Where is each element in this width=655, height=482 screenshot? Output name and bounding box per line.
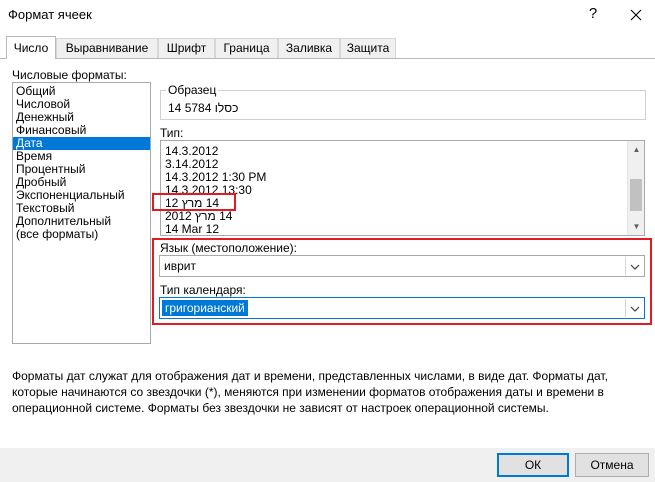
chevron-down-icon[interactable] xyxy=(625,299,643,317)
close-button[interactable] xyxy=(622,3,650,25)
button-bar: ОК Отмена xyxy=(0,448,655,482)
type-label: Тип: xyxy=(160,126,184,140)
tab-number[interactable]: Число xyxy=(6,36,56,59)
close-icon xyxy=(630,9,642,21)
type-list[interactable]: 14.3.2012 3.14.2012 14.3.2012 1:30 PM 14… xyxy=(160,140,645,236)
scroll-up-icon[interactable]: ▲ xyxy=(628,141,644,158)
cancel-button[interactable]: Отмена xyxy=(575,453,649,477)
calendar-label: Тип календаря: xyxy=(160,283,246,297)
locale-select[interactable]: иврит xyxy=(159,255,645,277)
category-custom[interactable]: (все форматы) xyxy=(13,228,150,241)
scroll-thumb[interactable] xyxy=(630,179,642,211)
categories-list[interactable]: Общий Числовой Денежный Финансовый Дата … xyxy=(12,82,151,344)
type-scrollbar[interactable]: ▲ ▼ xyxy=(627,141,644,235)
type-item[interactable]: 14 Mar 12 xyxy=(165,223,219,236)
window-title: Формат ячеек xyxy=(8,7,92,22)
tab-font[interactable]: Шрифт xyxy=(158,38,215,58)
format-description: Форматы дат служат для отображения дат и… xyxy=(12,369,608,415)
tab-fill[interactable]: Заливка xyxy=(278,38,340,58)
ok-button[interactable]: ОК xyxy=(497,453,569,477)
sample-label: Образец xyxy=(166,83,219,97)
categories-label: Числовые форматы: xyxy=(12,68,127,82)
calendar-value: григорианский xyxy=(162,300,248,316)
sample-value: 14 כסלו 5784 xyxy=(168,101,239,115)
tab-border[interactable]: Граница xyxy=(215,38,278,58)
locale-label: Язык (местоположение): xyxy=(160,241,297,255)
tab-alignment[interactable]: Выравнивание xyxy=(56,38,158,58)
title-bar: Формат ячеек ? xyxy=(0,0,655,30)
scroll-down-icon[interactable]: ▼ xyxy=(628,218,644,235)
locale-value: иврит xyxy=(164,259,196,273)
calendar-select[interactable]: григорианский xyxy=(159,297,645,319)
tab-protection[interactable]: Защита xyxy=(340,38,396,58)
chevron-down-icon[interactable] xyxy=(625,257,643,275)
help-button[interactable]: ? xyxy=(580,3,606,25)
